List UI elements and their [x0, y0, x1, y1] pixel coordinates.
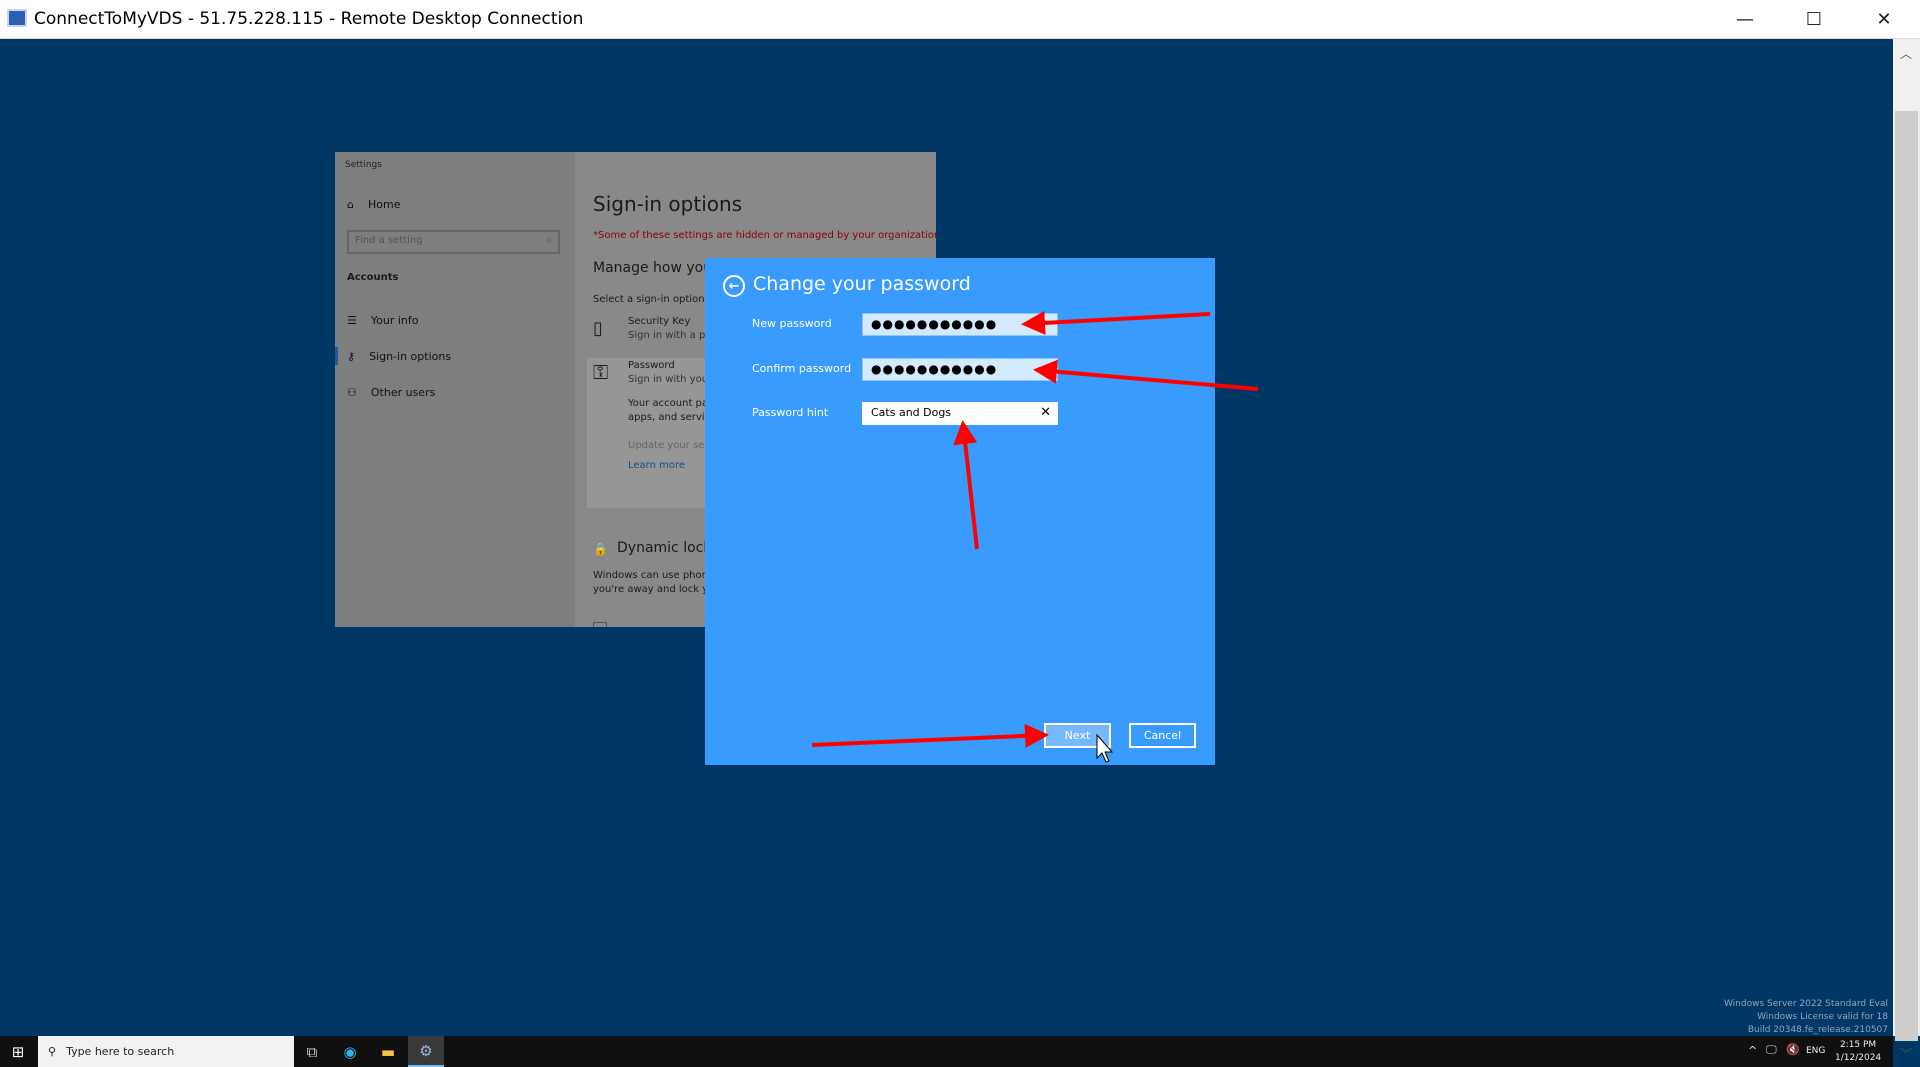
volume-muted-icon[interactable]: 🔇 — [1786, 1043, 1800, 1056]
task-view-icon[interactable]: ⧉ — [294, 1036, 330, 1067]
watermark-line: Windows License valid for 18 — [1724, 1011, 1888, 1024]
network-icon[interactable]: 🖵 — [1766, 1043, 1777, 1057]
windows-watermark: Windows Server 2022 Standard Eval Window… — [1724, 998, 1888, 1037]
search-icon: ⚲ — [48, 1045, 56, 1058]
clock-time: 2:15 PM — [1835, 1039, 1881, 1052]
mouse-cursor-icon — [1097, 735, 1112, 762]
clock[interactable]: 2:15 PM 1/12/2024 — [1835, 1039, 1881, 1065]
annotation-arrows — [0, 0, 1920, 1067]
start-windows-icon[interactable]: ⊞ — [0, 1036, 36, 1067]
arrow-confirm-password — [1037, 370, 1258, 389]
arrow-password-hint — [963, 424, 977, 549]
taskbar-search-placeholder: Type here to search — [66, 1045, 174, 1058]
taskbar-search[interactable]: ⚲ Type here to search — [38, 1036, 294, 1067]
language-indicator[interactable]: ENG — [1806, 1046, 1825, 1056]
clock-date: 1/12/2024 — [1835, 1052, 1881, 1065]
edge-icon[interactable]: ◉ — [332, 1036, 368, 1067]
file-explorer-icon[interactable]: ▬ — [370, 1036, 406, 1067]
arrow-next — [812, 735, 1045, 745]
arrow-new-password — [1025, 314, 1210, 324]
settings-gear-icon[interactable]: ⚙ — [408, 1036, 444, 1067]
watermark-line: Windows Server 2022 Standard Eval — [1724, 998, 1888, 1011]
taskbar: ⊞ ⚲ Type here to search ⧉ ◉ ▬ ⚙ ^ 🖵 🔇 ENG… — [0, 1036, 1893, 1067]
tray-chevron-icon[interactable]: ^ — [1748, 1044, 1757, 1057]
